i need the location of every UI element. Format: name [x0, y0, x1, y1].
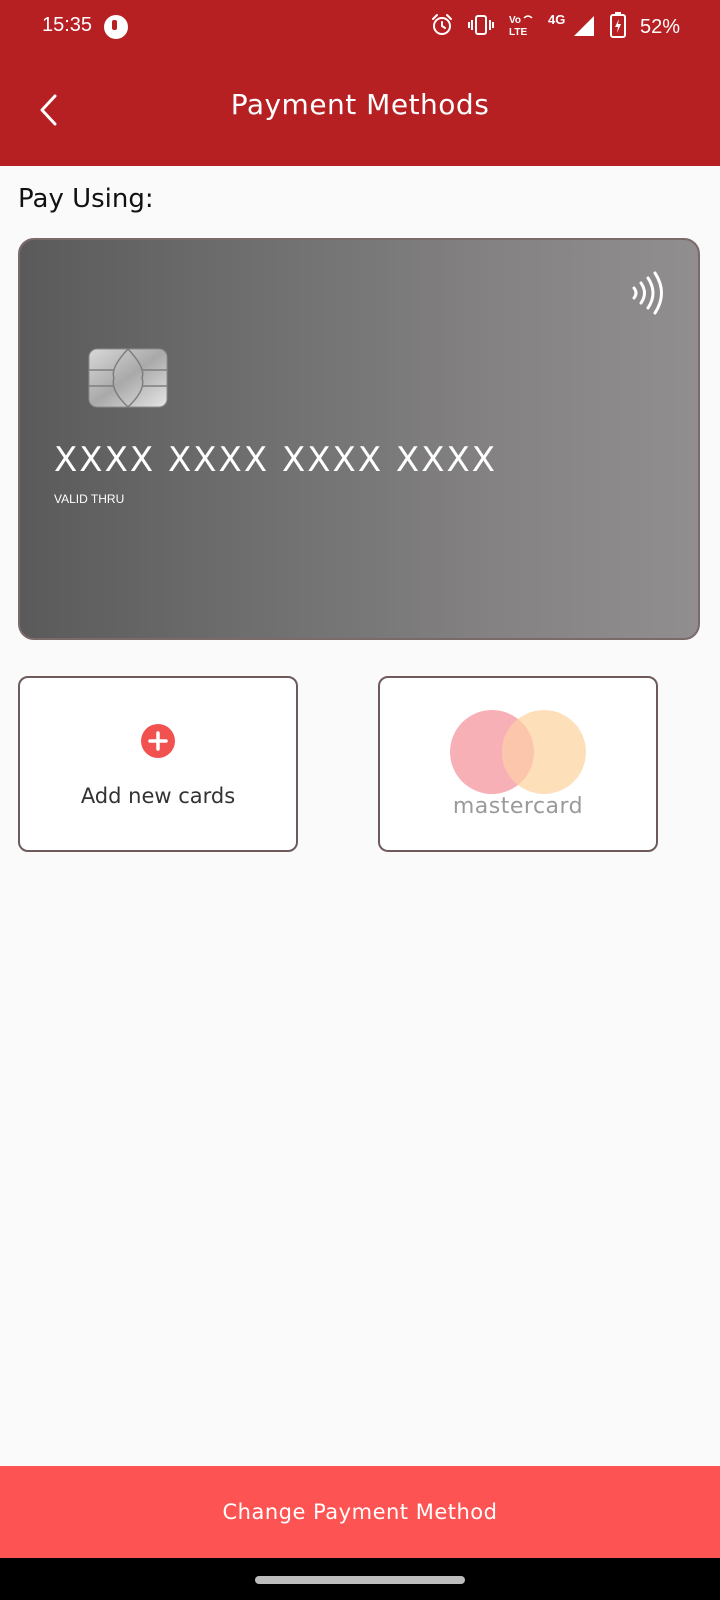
contactless-icon [628, 270, 668, 316]
payment-methods-screen: 15:35 Vo LTE 4G 52% Payment Methods Pay … [0, 0, 720, 1600]
selected-card[interactable]: XXXX XXXX XXXX XXXX VALID THRU [18, 238, 700, 640]
add-new-card-label: Add new cards [80, 784, 236, 808]
battery-percent: 52% [639, 15, 680, 38]
4g-signal-icon: 4G [548, 12, 596, 42]
network-label: 4G [548, 12, 565, 27]
home-indicator[interactable] [255, 1576, 465, 1584]
page-title: Payment Methods [230, 88, 490, 121]
plus-circle-icon [141, 724, 175, 758]
battery-charging-icon [609, 12, 626, 42]
volte-label-bottom: LTE [509, 27, 527, 38]
card-number: XXXX XXXX XXXX XXXX [54, 440, 498, 480]
volte-icon: Vo LTE [508, 12, 534, 42]
valid-thru-label: VALID THRU [54, 492, 125, 506]
pay-using-label: Pay Using: [18, 184, 154, 214]
mastercard-option[interactable]: mastercard [378, 676, 658, 852]
status-time: 15:35 [42, 14, 93, 36]
alarm-icon [430, 13, 454, 41]
card-chip-icon [88, 348, 168, 409]
app-header: 15:35 Vo LTE 4G 52% Payment Methods [0, 0, 720, 166]
status-icons: Vo LTE 4G 52% [430, 12, 680, 42]
system-navigation-bar [0, 1558, 720, 1600]
mastercard-logo-icon [450, 710, 586, 794]
add-new-card-button[interactable]: Add new cards [18, 676, 298, 852]
volte-label-top: Vo [509, 15, 521, 26]
mastercard-label: mastercard [452, 794, 584, 819]
vibrate-icon [467, 13, 494, 41]
app-notification-icon [104, 15, 128, 39]
change-payment-method-button[interactable]: Change Payment Method [0, 1466, 720, 1558]
